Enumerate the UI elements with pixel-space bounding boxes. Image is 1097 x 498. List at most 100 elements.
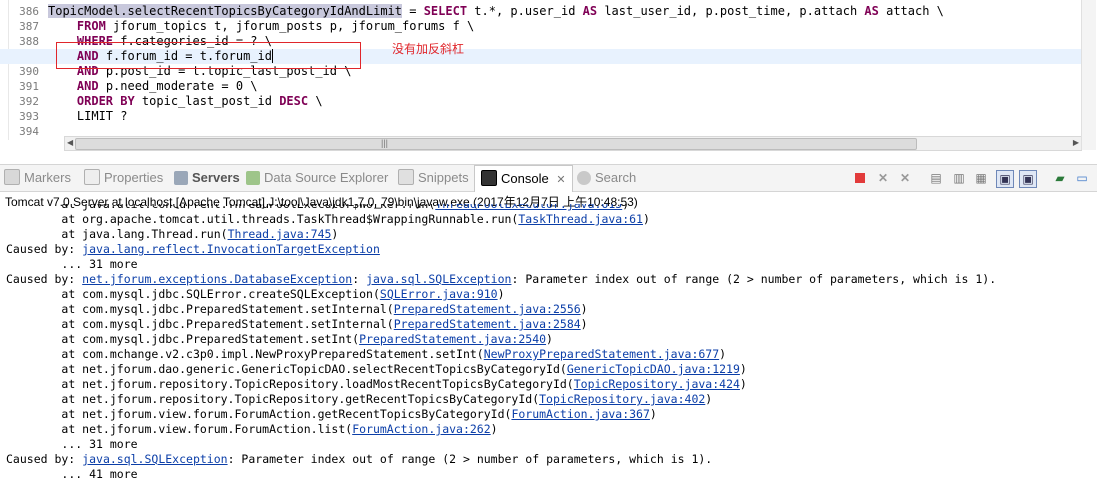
stacktrace-link[interactable]: java.lang.reflect.InvocationTargetExcept… (82, 242, 380, 256)
code-token: : Parameter index out of range (2 > numb… (227, 452, 713, 466)
stacktrace-link[interactable]: PreparedStatement.java:2556 (394, 302, 581, 316)
tab-console-label: Console (501, 171, 549, 186)
clear-console-icon[interactable]: ▤ (928, 170, 944, 186)
code-token: topic_last_post_id (134, 94, 280, 108)
code-token: TopicModel.selectRecentTopicsByCategoryI… (48, 4, 403, 18)
stacktrace-link[interactable]: ForumAction.java:262 (352, 422, 490, 436)
tab-data-source-explorer[interactable]: Data Source Explorer (246, 165, 388, 191)
code-token: ) (490, 422, 498, 436)
show-stdout-icon[interactable]: ▣ (996, 170, 1014, 188)
stacktrace-link[interactable]: ForumAction.java:367 (511, 407, 649, 421)
tab-markers[interactable]: Markers (4, 165, 71, 191)
code-token: at net.jforum.view.forum.ForumAction.get… (6, 407, 512, 421)
console-icon (481, 170, 497, 186)
code-token: ) (739, 377, 747, 391)
sql-keyword: AND (76, 79, 99, 93)
code-line[interactable]: TopicModel.selectRecentTopicsByCategoryI… (48, 4, 1083, 19)
properties-icon (84, 169, 100, 185)
line-number: 392 (19, 95, 39, 108)
line-number-gutter: 386387388389390391392393394 (9, 4, 39, 139)
line-number: 394 (19, 125, 39, 138)
horizontal-scrollbar[interactable]: ◀ ||| ▶ (64, 136, 1082, 151)
console-output[interactable]: at java.util.concurrent.ThreadPoolExecut… (6, 204, 1097, 482)
remove-launch-icon[interactable]: ✕ (875, 170, 891, 186)
stacktrace-link[interactable]: PreparedStatement.java:2540 (359, 332, 546, 346)
vertical-scrollbar[interactable] (1081, 0, 1096, 150)
close-icon[interactable]: ✕ (556, 174, 565, 186)
code-line[interactable]: FROM jforum_topics t, jforum_posts p, jf… (48, 19, 1083, 34)
overview-ruler-left (0, 0, 9, 140)
tab-servers-label: Servers (192, 170, 240, 185)
console-line: at com.mysql.jdbc.PreparedStatement.setI… (6, 332, 1097, 347)
grip-icon: ||| (381, 138, 389, 148)
tab-properties[interactable]: Properties (84, 165, 163, 191)
terminate-square (855, 173, 865, 183)
tab-search[interactable]: Search (577, 165, 636, 191)
word-wrap-icon[interactable]: ▦ (973, 170, 989, 186)
console-line: at net.jforum.repository.TopicRepository… (6, 377, 1097, 392)
line-number: 391 (19, 80, 39, 93)
code-editor[interactable]: 386387388389390391392393394 TopicModel.s… (0, 0, 1097, 158)
code-token: ) (331, 227, 339, 241)
remove-all-terminated-icon[interactable]: ✕ (897, 170, 913, 186)
code-token: : Parameter index out of range (2 > numb… (511, 272, 997, 286)
scroll-left-icon[interactable]: ◀ (67, 138, 73, 147)
line-number: 386 (19, 5, 39, 18)
code-token: LIMIT ? (48, 109, 128, 123)
code-token: at net.jforum.repository.TopicRepository… (6, 377, 574, 391)
show-stderr-icon[interactable]: ▣ (1019, 170, 1037, 188)
stacktrace-link[interactable]: SQLError.java:910 (380, 287, 498, 301)
tab-servers[interactable]: Servers (174, 165, 240, 191)
code-token: ... 31 more (6, 257, 138, 271)
code-line[interactable]: AND p.need_moderate = 0 \ (48, 79, 1083, 94)
sql-keyword: AS (582, 4, 598, 18)
code-token: = (402, 4, 424, 18)
code-token: ) (719, 347, 727, 361)
console-line: at net.jforum.repository.TopicRepository… (6, 392, 1097, 407)
code-token: ) (580, 317, 588, 331)
stacktrace-link[interactable]: NewProxyPreparedStatement.java:677 (484, 347, 719, 361)
stacktrace-link[interactable]: java.sql.SQLException (366, 272, 511, 286)
tab-markers-label: Markers (24, 170, 71, 185)
code-token: at net.jforum.dao.generic.GenericTopicDA… (6, 362, 567, 376)
code-text[interactable]: TopicModel.selectRecentTopicsByCategoryI… (0, 4, 1083, 139)
tab-console[interactable]: Console ✕ (474, 165, 573, 192)
tab-snippets[interactable]: Snippets (398, 165, 469, 191)
code-token: jforum_topics t, jforum_posts p, jforum_… (105, 19, 475, 33)
code-line[interactable]: LIMIT ? (48, 109, 1083, 124)
stacktrace-link[interactable]: TopicRepository.java:402 (539, 392, 705, 406)
code-token: at net.jforum.view.forum.ForumAction.lis… (6, 422, 353, 436)
stacktrace-link[interactable]: Thread.java:745 (228, 227, 332, 241)
sql-keyword: AS (864, 4, 879, 18)
code-token: attach \ (878, 4, 944, 18)
code-token: : (352, 272, 367, 286)
tab-properties-label: Properties (104, 170, 164, 185)
console-line: at com.mysql.jdbc.SQLError.createSQLExce… (6, 287, 1097, 302)
code-token: Caused by: (6, 272, 83, 286)
annotation-note: 没有加反斜杠 (392, 42, 465, 56)
stacktrace-link[interactable]: java.sql.SQLException (82, 452, 227, 466)
stacktrace-link[interactable]: TopicRepository.java:424 (574, 377, 740, 391)
code-token: at com.mysql.jdbc.SQLError.createSQLExce… (6, 287, 380, 301)
scroll-right-icon[interactable]: ▶ (1073, 138, 1079, 147)
stacktrace-link[interactable]: ThreadPoolExecutor.java:615 (435, 204, 622, 211)
display-selected-console-icon[interactable]: ▭ (1074, 170, 1090, 186)
code-token: p.need_moderate = 0 \ (98, 79, 258, 93)
scrollbar-thumb[interactable]: ||| (75, 138, 917, 150)
code-token: ) (705, 392, 713, 406)
pin-console-icon[interactable]: ▰ (1052, 170, 1068, 186)
scroll-lock-icon[interactable]: ▥ (951, 170, 967, 186)
code-line[interactable]: ORDER BY topic_last_post_id DESC \ (48, 94, 1083, 109)
code-token: at java.lang.Thread.run( (6, 227, 228, 241)
console-line: ... 31 more (6, 437, 1097, 452)
code-token: at com.mysql.jdbc.PreparedStatement.setI… (6, 302, 394, 316)
sql-keyword: DESC (279, 94, 309, 108)
terminate-icon[interactable] (852, 170, 868, 186)
stacktrace-link[interactable]: TaskThread.java:61 (518, 212, 643, 226)
stacktrace-link[interactable]: net.jforum.exceptions.DatabaseException (82, 272, 352, 286)
stacktrace-link[interactable]: PreparedStatement.java:2584 (394, 317, 581, 331)
console-line: ... 31 more (6, 257, 1097, 272)
stacktrace-link[interactable]: GenericTopicDAO.java:1219 (567, 362, 740, 376)
